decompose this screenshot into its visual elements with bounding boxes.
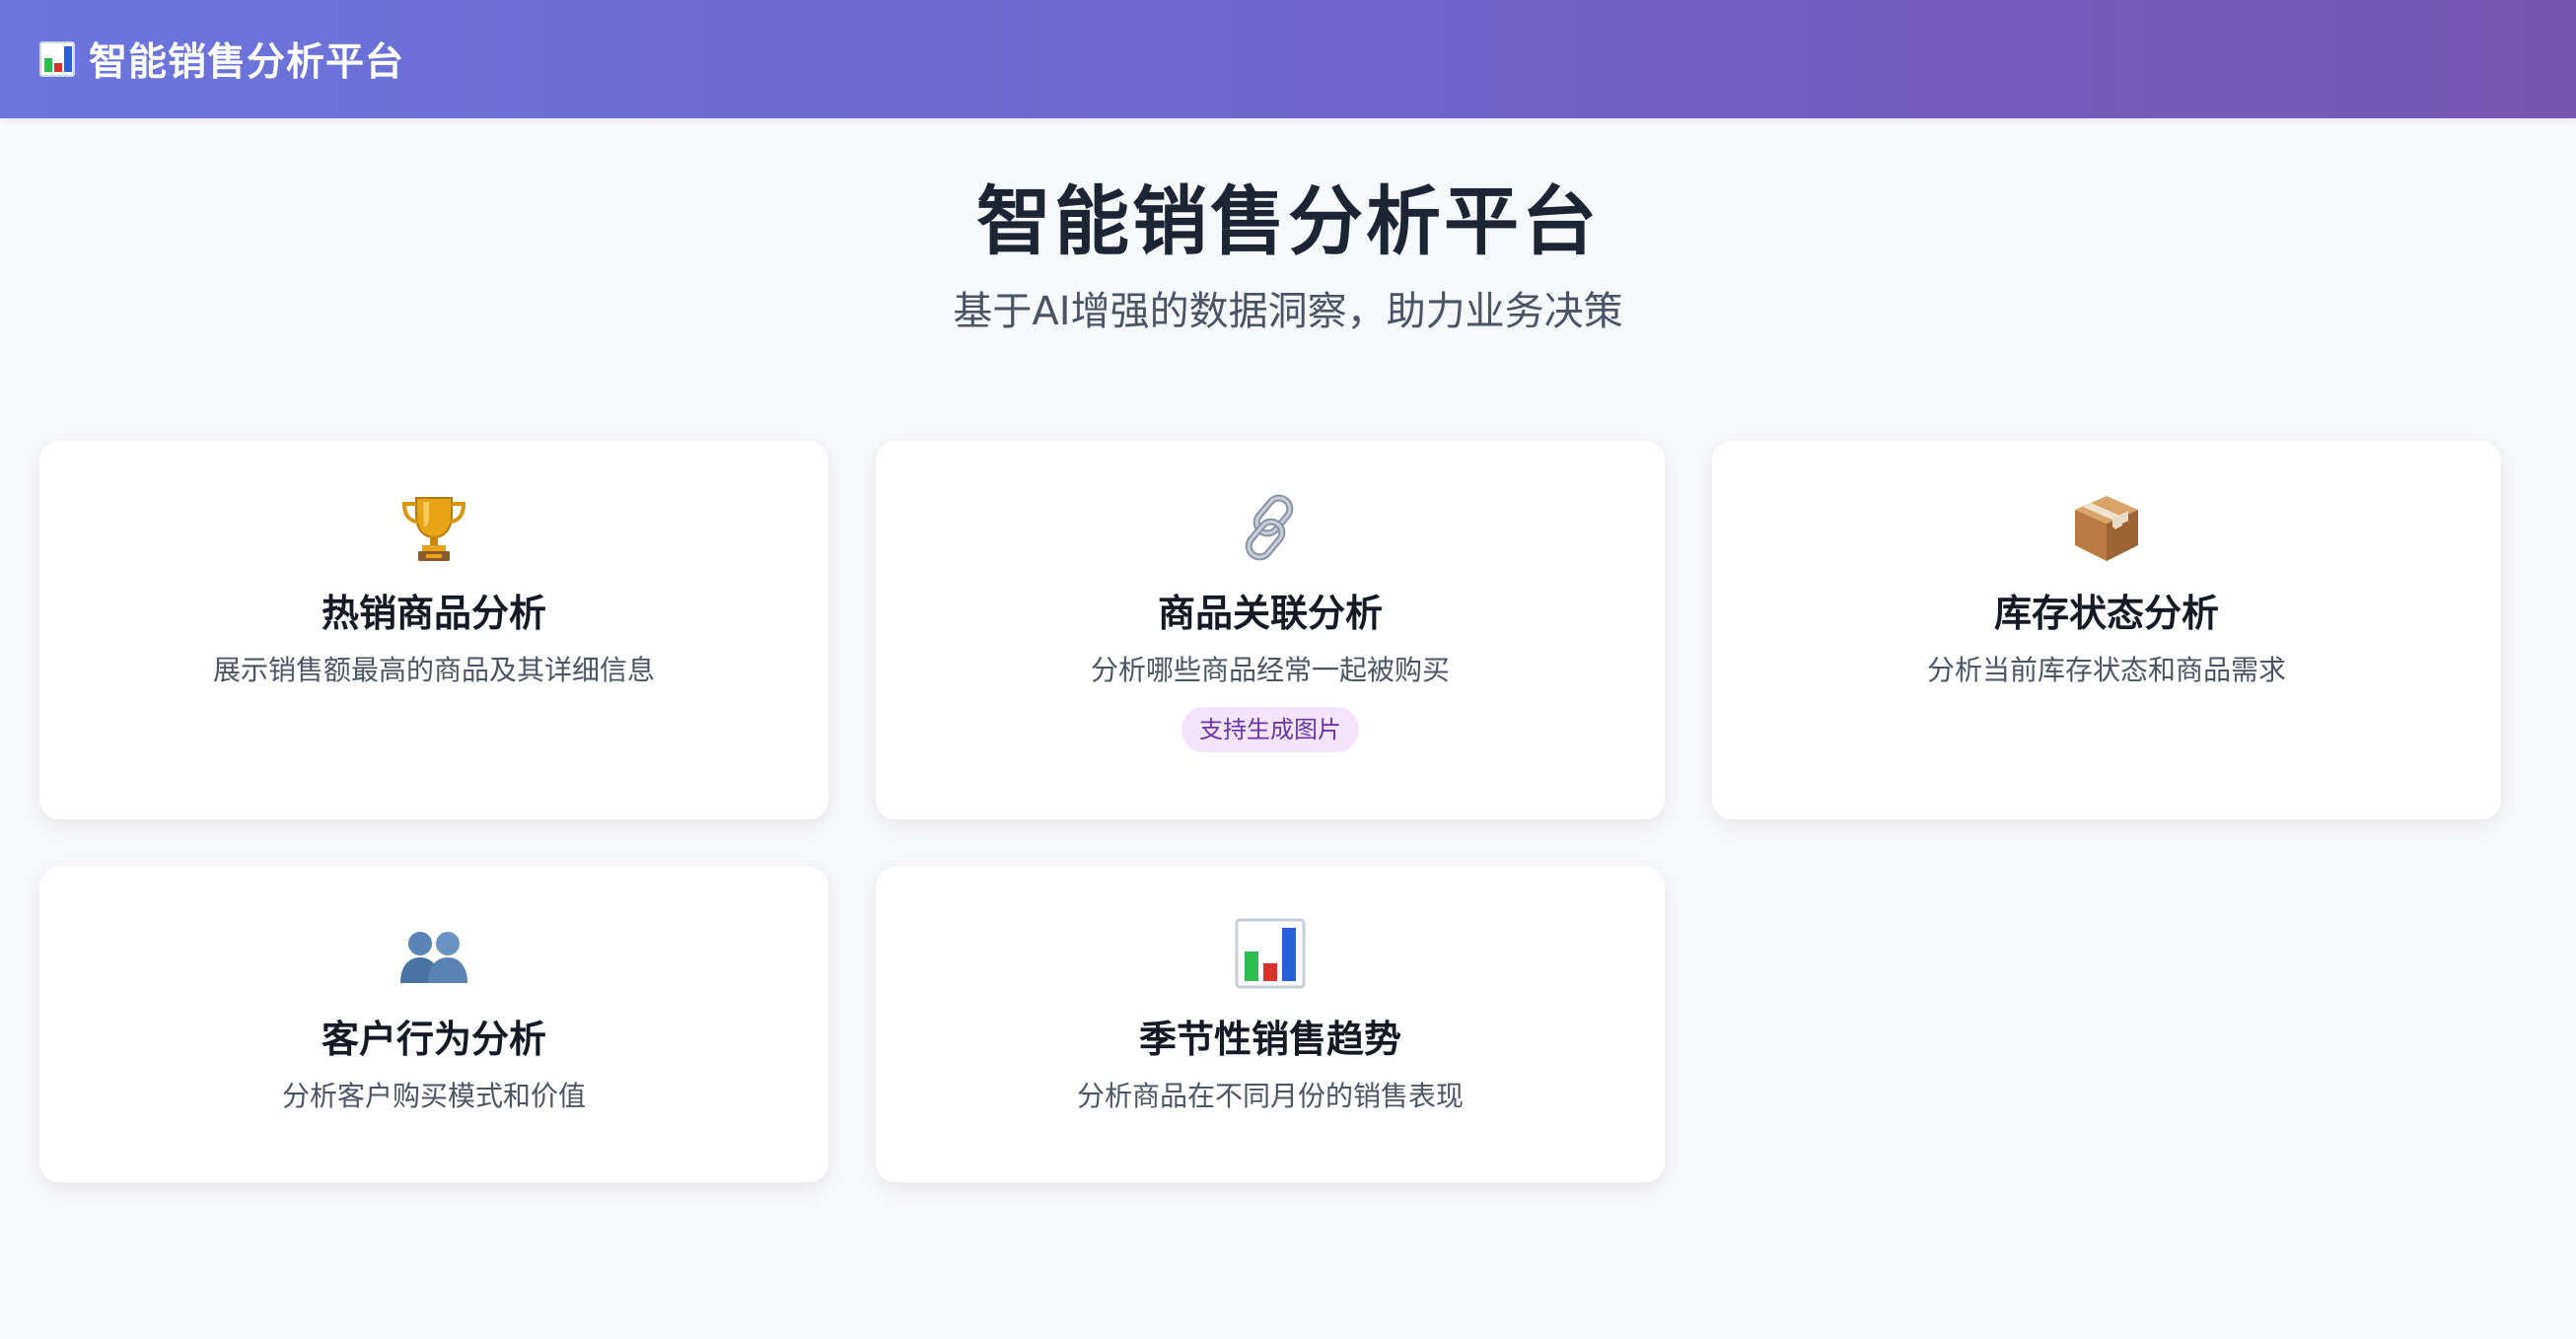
card-seasonal-trend[interactable]: 季节性销售趋势 分析商品在不同月份的销售表现	[876, 867, 1665, 1182]
trophy-icon	[401, 497, 466, 561]
card-customer-behavior[interactable]: 客户行为分析 分析客户购买模式和价值	[39, 867, 828, 1182]
hero-section: 智能销售分析平台 基于AI增强的数据洞察，助力业务决策	[0, 168, 2576, 341]
card-description: 分析客户购买模式和价值	[281, 1080, 586, 1112]
link-icon	[1245, 494, 1294, 561]
app-title[interactable]: 智能销售分析平台	[89, 32, 404, 87]
card-title: 客户行为分析	[321, 1018, 546, 1061]
top-navigation-bar: 智能销售分析平台	[0, 0, 2576, 118]
package-icon	[2075, 496, 2138, 561]
bar-chart-icon	[1235, 918, 1306, 989]
card-inventory-status[interactable]: 库存状态分析 分析当前库存状态和商品需求	[1712, 441, 2501, 819]
card-description: 分析商品在不同月份的销售表现	[1076, 1080, 1464, 1112]
page-title: 智能销售分析平台	[976, 177, 1600, 265]
feature-card-grid: 热销商品分析 展示销售额最高的商品及其详细信息 商品关联分析 分析哪些商品经常一…	[39, 441, 2505, 1182]
card-title: 季节性销售趋势	[1138, 1018, 1401, 1061]
bar-chart-icon	[39, 41, 75, 77]
card-product-association[interactable]: 商品关联分析 分析哪些商品经常一起被购买 支持生成图片	[876, 441, 1665, 819]
card-hot-products[interactable]: 热销商品分析 展示销售额最高的商品及其详细信息	[39, 441, 828, 819]
card-description: 分析当前库存状态和商品需求	[1926, 654, 2286, 686]
card-title: 商品关联分析	[1157, 592, 1383, 635]
users-icon	[400, 932, 467, 983]
card-description: 分析哪些商品经常一起被购买	[1090, 654, 1450, 686]
card-title: 库存状态分析	[1993, 592, 2219, 635]
card-description: 展示销售额最高的商品及其详细信息	[212, 654, 655, 686]
card-title: 热销商品分析	[321, 592, 546, 635]
image-support-badge: 支持生成图片	[1181, 707, 1359, 752]
page-subtitle: 基于AI增强的数据洞察，助力业务决策	[953, 289, 1623, 334]
